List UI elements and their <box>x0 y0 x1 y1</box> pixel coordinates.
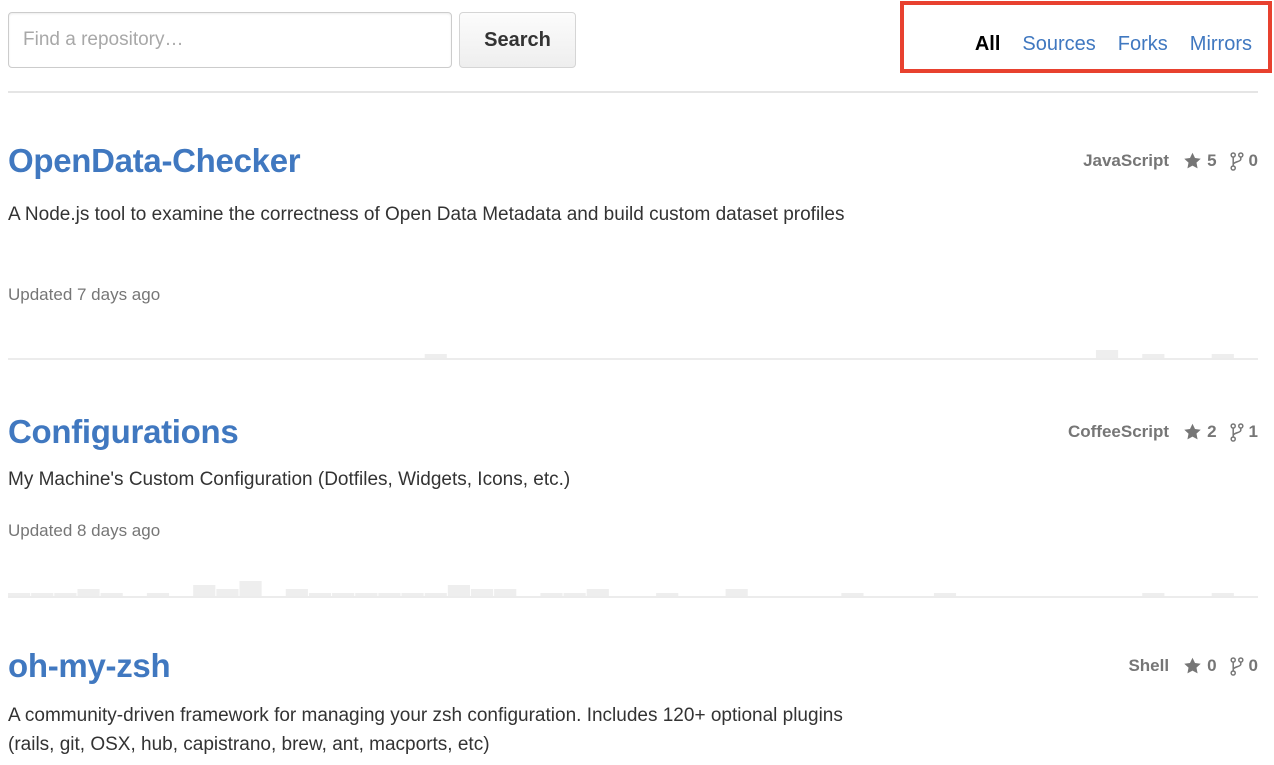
fork-icon <box>1229 656 1244 676</box>
filter-divider <box>8 91 1258 93</box>
repository-type-filter-highlight: All Sources Forks Mirrors <box>900 1 1272 73</box>
activity-bar <box>239 581 262 597</box>
star-count: 5 <box>1207 151 1217 170</box>
star-count: 2 <box>1207 422 1217 441</box>
repository-type-filter: All Sources Forks Mirrors <box>975 29 1252 59</box>
activity-bar <box>1095 350 1119 358</box>
filter-mirrors[interactable]: Mirrors <box>1190 33 1252 56</box>
repo-stats: Shell 0 0 <box>1128 656 1258 676</box>
repository-search-input[interactable] <box>8 12 452 68</box>
repo-updated-time: Updated 7 days ago <box>8 285 161 304</box>
repo-language: CoffeeScript <box>1067 422 1170 441</box>
star-count: 0 <box>1207 656 1217 675</box>
star-icon <box>1184 152 1201 169</box>
repo-description: A Node.js tool to examine the correctnes… <box>8 204 845 225</box>
forks-link[interactable]: 1 <box>1217 422 1258 442</box>
activity-graph <box>424 350 1234 358</box>
filter-sources[interactable]: Sources <box>1022 33 1095 56</box>
forks-link[interactable]: 0 <box>1217 151 1258 171</box>
fork-icon <box>1229 422 1244 442</box>
repo-name-link[interactable]: oh-my-zsh <box>8 647 171 685</box>
repo-stats: JavaScript 5 0 <box>1083 151 1258 171</box>
repo-updated-time: Updated 8 days ago <box>8 521 161 540</box>
star-icon <box>1184 423 1201 440</box>
stargazers-link[interactable]: 0 <box>1183 656 1217 676</box>
repo-stats: CoffeeScript 2 1 <box>1068 422 1258 442</box>
filter-forks[interactable]: Forks <box>1118 33 1168 56</box>
repo-language: Shell <box>1128 656 1170 675</box>
fork-count: 0 <box>1248 151 1258 170</box>
repo-description: My Machine's Custom Configuration (Dotfi… <box>8 469 571 490</box>
repo-divider <box>8 596 1258 598</box>
fork-count: 0 <box>1248 656 1258 675</box>
stargazers-link[interactable]: 2 <box>1183 422 1217 442</box>
repo-divider <box>8 358 1258 360</box>
fork-count: 1 <box>1248 422 1258 441</box>
repo-name-link[interactable]: Configurations <box>8 413 239 451</box>
star-icon <box>1184 657 1201 674</box>
search-button[interactable]: Search <box>459 12 576 68</box>
filter-all[interactable]: All <box>975 33 1001 56</box>
repo-language: JavaScript <box>1083 151 1170 170</box>
fork-icon <box>1229 151 1244 171</box>
repo-name-link[interactable]: OpenData-Checker <box>8 142 301 180</box>
stargazers-link[interactable]: 5 <box>1183 151 1217 171</box>
repo-description: A community-driven framework for managin… <box>8 705 843 755</box>
forks-link[interactable]: 0 <box>1217 656 1258 676</box>
activity-graph <box>8 581 1234 597</box>
